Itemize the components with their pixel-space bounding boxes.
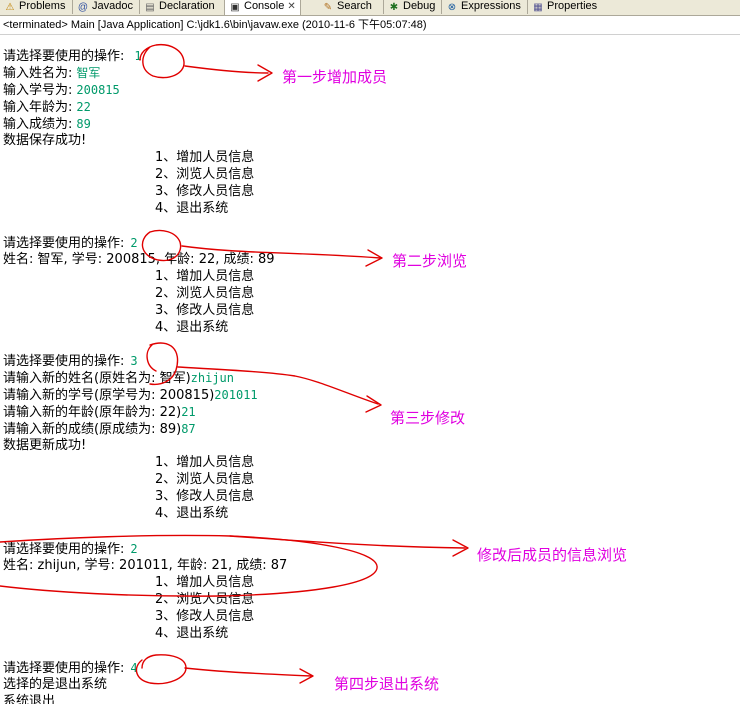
tab-divider [139,0,140,14]
tab-debug[interactable]: ✱ Debug [388,0,436,15]
menu-item: 2、浏览人员信息 [155,286,255,301]
tab-label: Problems [19,0,66,12]
console-line: 输入姓名为: 智军 [3,65,100,82]
prompt-text: 请选择要使用的操作: [3,661,125,676]
input-choice: 2 [130,542,138,556]
tab-label: Declaration [159,0,215,12]
tab-declaration[interactable]: ▤ Declaration [144,0,215,15]
console-line: 请选择要使用的操作: 2 [3,541,138,558]
prompt-text: 请选择要使用的操作: [3,542,125,557]
exit-line: 选择的是退出系统 [3,677,108,692]
menu-item: 3、修改人员信息 [155,184,255,199]
tab-label: Properties [547,0,598,12]
console-line: 请输入新的年龄(原年龄为: 22)21 [3,404,196,421]
console-line: 输入年龄为: 22 [3,99,91,116]
search-icon: ✎ [323,2,333,13]
prompt-text: 输入成绩为: [3,117,73,132]
input-choice: 1 [134,49,142,63]
annotation-step2: 第二步浏览 [392,252,468,270]
tab-console[interactable]: ▣ Console ✕ [224,0,301,15]
tab-label: Search [337,0,372,12]
console-line: 输入学号为: 200815 [3,82,120,99]
view-tab-bar: ⚠ Problems @ Javadoc ▤ Declaration ▣ Console… [0,0,740,16]
console-line: 输入成绩为: 89 [3,116,91,133]
close-icon[interactable]: ✕ [287,1,295,12]
menu-item: 2、浏览人员信息 [155,592,255,607]
tab-label: Expressions [461,0,521,12]
console-line: 请选择要使用的操作: 1 [3,48,142,65]
prompt-text: 请输入新的学号(原学号为: 200815) [3,388,215,403]
input-choice: 4 [130,661,138,675]
annotation-step3: 第三步修改 [390,409,466,427]
menu-item: 1、增加人员信息 [155,575,255,590]
input-value: zhijun [190,371,235,385]
result-text: 数据更新成功! [3,438,87,453]
menu-item: 4、退出系统 [155,201,229,216]
tab-search[interactable]: ✎ Search [322,0,372,15]
menu-item: 1、增加人员信息 [155,150,255,165]
prompt-text: 请输入新的年龄(原年龄为: 22) [3,405,182,420]
prompt-text: 输入姓名为: [3,66,73,81]
prompt-text: 输入学号为: [3,83,73,98]
menu-item: 2、浏览人员信息 [155,472,255,487]
debug-icon: ✱ [389,2,399,13]
prompt-text: 请输入新的姓名(原姓名为: 智军) [3,371,191,386]
prompt-text: 请选择要使用的操作: [3,354,125,369]
tab-problems[interactable]: ⚠ Problems [4,0,66,15]
input-value: 智军 [76,66,101,80]
input-choice: 2 [130,236,138,250]
input-value: 201011 [214,388,258,402]
menu-item: 1、增加人员信息 [155,269,255,284]
console-icon: ▣ [230,2,240,13]
result-text: 数据保存成功! [3,133,87,148]
exit-line: 系统退出 [3,694,56,704]
declaration-icon: ▤ [145,2,155,13]
prompt-text: 请选择要使用的操作: [3,49,125,64]
console-line: 请输入新的成绩(原成绩为: 89)87 [3,421,196,438]
menu-item: 2、浏览人员信息 [155,167,255,182]
console-output[interactable]: 请选择要使用的操作: 1 输入姓名为: 智军 输入学号为: 200815 输入年龄为:… [0,35,740,704]
annotation-step5: 第四步退出系统 [334,675,440,693]
menu-item: 3、修改人员信息 [155,489,255,504]
tab-label: Debug [403,0,436,12]
menu-item: 4、退出系统 [155,320,229,335]
input-value: 87 [181,422,196,436]
prompt-text: 输入年龄为: [3,100,73,115]
input-value: 200815 [76,83,120,97]
tab-javadoc[interactable]: @ Javadoc [77,0,133,15]
properties-icon: ▦ [533,2,543,13]
problems-icon: ⚠ [5,2,15,13]
record-line: 姓名: zhijun, 学号: 201011, 年龄: 21, 成绩: 87 [3,558,288,573]
tab-properties[interactable]: ▦ Properties [532,0,597,15]
annotation-step1: 第一步增加成员 [282,68,388,86]
menu-item: 3、修改人员信息 [155,609,255,624]
tab-divider [72,0,73,14]
menu-item: 3、修改人员信息 [155,303,255,318]
console-line: 请选择要使用的操作: 2 [3,235,138,252]
console-line: 请输入新的姓名(原姓名为: 智军)zhijun [3,370,234,387]
input-choice: 3 [130,354,138,368]
prompt-text: 请输入新的成绩(原成绩为: 89) [3,422,182,437]
javadoc-icon: @ [77,2,89,13]
console-line: 请输入新的学号(原学号为: 200815)201011 [3,387,258,404]
console-line: 请选择要使用的操作: 4 [3,660,138,677]
expressions-icon: ⊗ [447,2,457,13]
annotation-step4: 修改后成员的信息浏览 [477,546,628,564]
console-status-line: <terminated> Main [Java Application] C:\… [0,16,740,35]
console-line: 请选择要使用的操作: 3 [3,353,138,370]
menu-item: 1、增加人员信息 [155,455,255,470]
tab-divider [383,0,384,14]
input-value: 89 [76,117,91,131]
tab-divider [441,0,442,14]
tab-label: Console [244,0,285,12]
tab-expressions[interactable]: ⊗ Expressions [446,0,521,15]
input-value: 22 [76,100,91,114]
prompt-text: 请选择要使用的操作: [3,236,125,251]
input-value: 21 [181,405,196,419]
menu-item: 4、退出系统 [155,626,229,641]
tab-divider [527,0,528,14]
menu-item: 4、退出系统 [155,506,229,521]
record-line: 姓名: 智军, 学号: 200815, 年龄: 22, 成绩: 89 [3,252,275,267]
tab-label: Javadoc [92,0,133,12]
